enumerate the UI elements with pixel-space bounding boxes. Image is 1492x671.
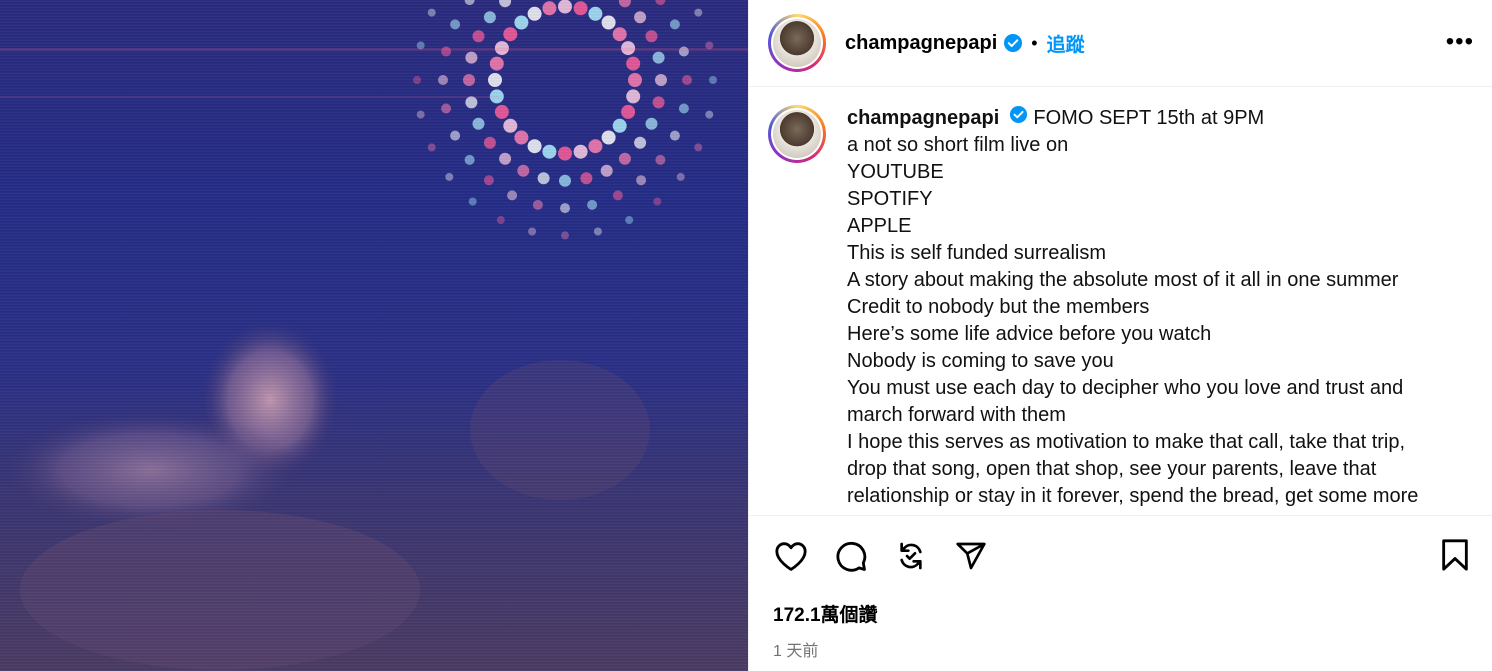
caption-line: march forward with them bbox=[847, 404, 1066, 426]
instagram-post-view: champagnepapi • 追蹤 ••• champagnepapi FOM… bbox=[0, 0, 1492, 671]
follow-button[interactable]: 追蹤 bbox=[1047, 30, 1085, 57]
caption-line: SPOTIFY bbox=[847, 188, 933, 210]
comment-icon[interactable] bbox=[833, 538, 869, 574]
caption-section: champagnepapi FOMO SEPT 15th at 9PM a no… bbox=[749, 87, 1492, 515]
caption-line: YOUTUBE bbox=[847, 161, 944, 183]
post-image[interactable] bbox=[0, 0, 748, 671]
caption-line: a not so short film live on bbox=[847, 134, 1069, 156]
post-detail-panel: champagnepapi • 追蹤 ••• champagnepapi FOM… bbox=[748, 0, 1492, 671]
profile-avatar[interactable] bbox=[768, 14, 826, 72]
post-actions: 172.1萬個讚 1 天前 bbox=[749, 515, 1492, 671]
action-icons bbox=[773, 516, 1492, 596]
share-icon[interactable] bbox=[953, 538, 989, 574]
caption-text: champagnepapi FOMO SEPT 15th at 9PM a no… bbox=[847, 105, 1447, 515]
caption-avatar[interactable] bbox=[768, 105, 826, 163]
separator-dot: • bbox=[1031, 32, 1038, 53]
caption-line: relationship or stay in it forever, spen… bbox=[847, 485, 1419, 507]
likes-count[interactable]: 172.1萬個讚 bbox=[773, 600, 1492, 627]
caption-first-line: champagnepapi FOMO SEPT 15th at 9PM bbox=[847, 105, 1447, 132]
caption-line: Here’s some life advice before you watch bbox=[847, 323, 1212, 345]
caption-line: A story about making the absolute most o… bbox=[847, 269, 1399, 291]
caption-line: I hope this serves as motivation to make… bbox=[847, 431, 1406, 453]
caption-line: Nobody is coming to save you bbox=[847, 350, 1114, 372]
scanline-overlay bbox=[0, 0, 748, 671]
caption-line: drop that song, open that shop, see your… bbox=[847, 458, 1377, 480]
caption-line: FOMO SEPT 15th at 9PM bbox=[1033, 107, 1265, 129]
post-header: champagnepapi • 追蹤 ••• bbox=[749, 0, 1492, 87]
caption-line: Credit to nobody but the members bbox=[847, 296, 1150, 318]
bookmark-icon[interactable] bbox=[1440, 538, 1470, 577]
caption-line: You must use each day to decipher who yo… bbox=[847, 377, 1404, 399]
header-username[interactable]: champagnepapi bbox=[845, 32, 997, 55]
caption-line: This is self funded surrealism bbox=[847, 242, 1106, 264]
post-timestamp[interactable]: 1 天前 bbox=[773, 637, 1492, 661]
repost-icon[interactable] bbox=[893, 538, 929, 574]
verified-badge-icon bbox=[1003, 33, 1023, 53]
caption-username[interactable]: champagnepapi bbox=[847, 107, 999, 129]
heart-icon[interactable] bbox=[773, 538, 809, 574]
verified-badge-icon bbox=[1009, 105, 1028, 124]
caption-line: APPLE bbox=[847, 215, 912, 237]
more-options-icon[interactable]: ••• bbox=[1446, 28, 1474, 56]
